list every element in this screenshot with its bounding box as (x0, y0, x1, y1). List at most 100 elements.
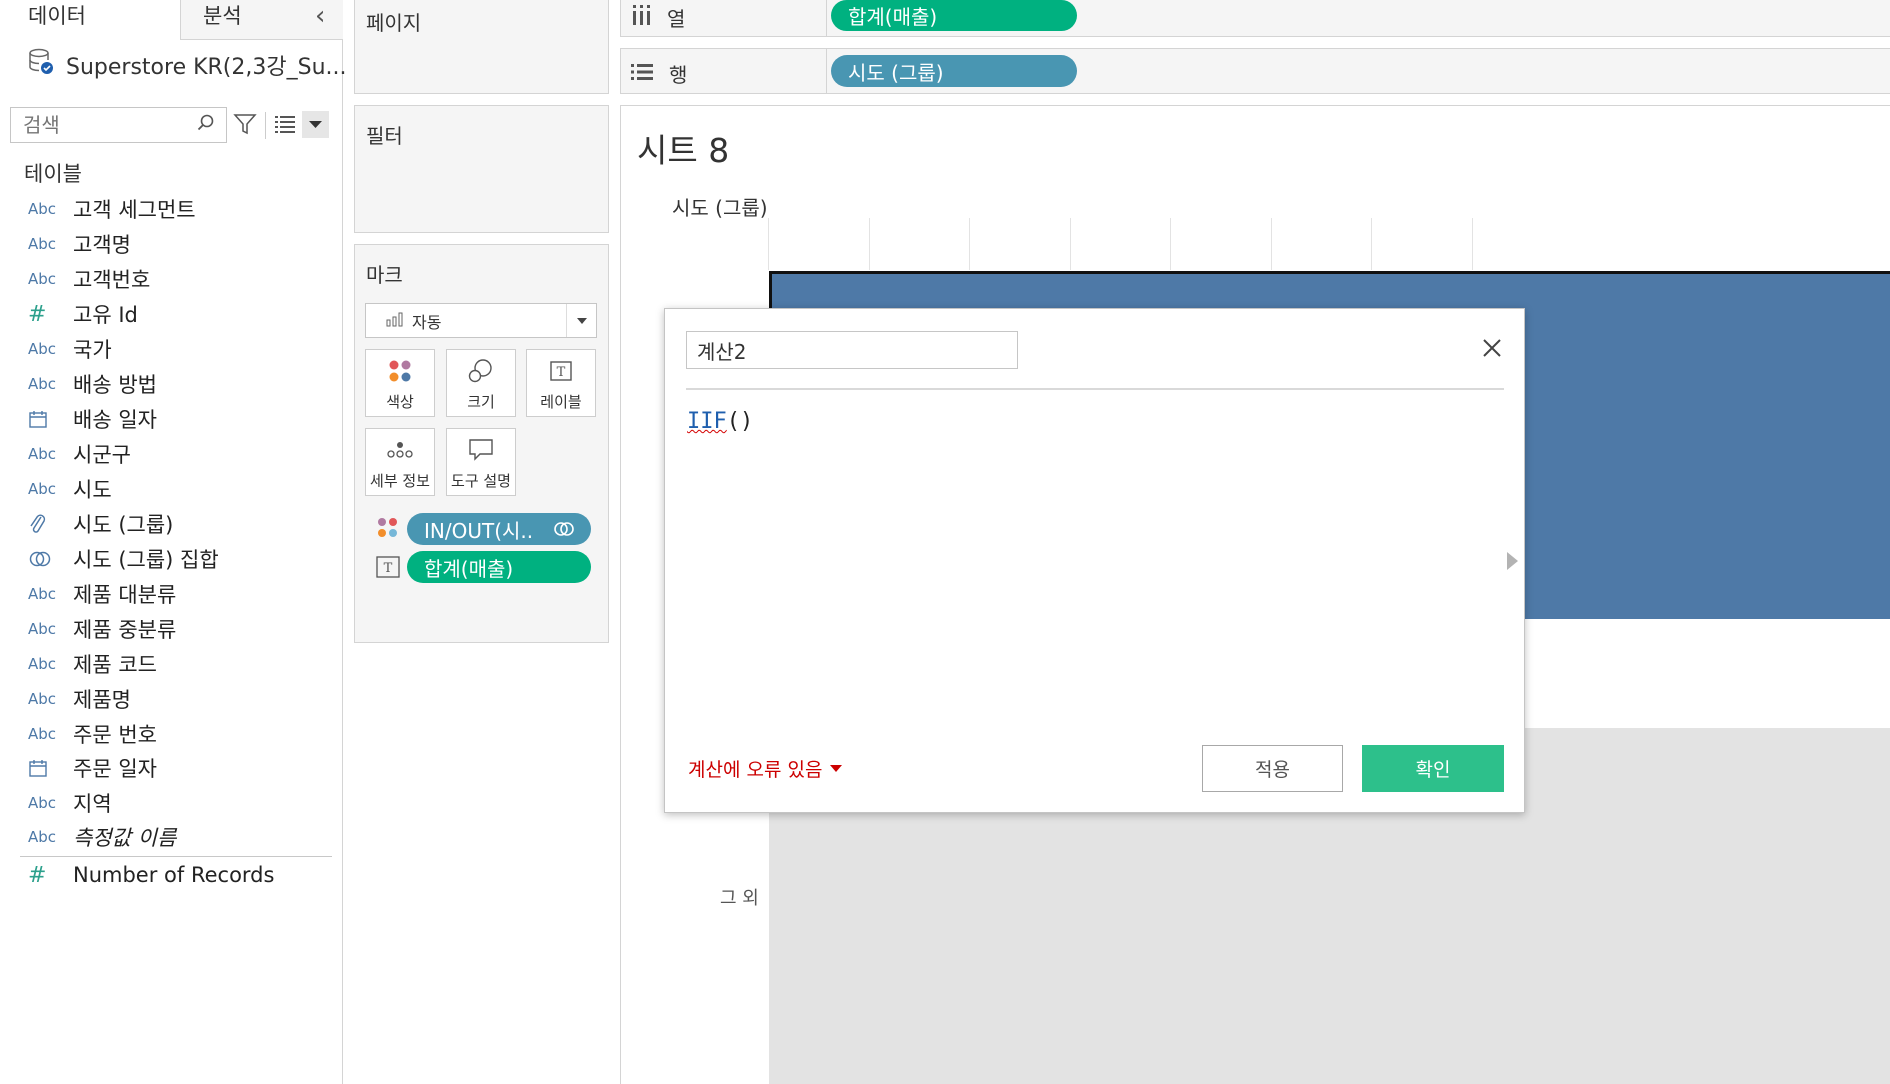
pill-label: IN/OUT(시.. (424, 518, 534, 543)
gridline (1371, 218, 1372, 270)
gridline (1472, 218, 1473, 270)
dimension-measure-divider (20, 856, 332, 857)
field-label: 제품 중분류 (73, 618, 177, 642)
gridline (1170, 218, 1171, 270)
columns-shelf[interactable]: 열 (620, 0, 1890, 37)
pill-label: 합계(매출) (848, 5, 938, 29)
label-field-pill[interactable]: 합계(매출) (407, 551, 591, 583)
datasource-row[interactable]: Superstore KR(2,3강_Su... (28, 48, 347, 82)
field-item[interactable]: 배송 일자 (28, 402, 157, 436)
field-item[interactable]: Abc 제품 중분류 (28, 612, 176, 646)
view-options-dropdown[interactable] (302, 111, 329, 138)
field-item[interactable]: Abc 제품명 (28, 682, 131, 716)
search-input[interactable] (11, 108, 191, 142)
datasource-name: Superstore KR(2,3강_Su... (66, 55, 347, 80)
search-field[interactable] (10, 107, 227, 143)
field-label: 배송 일자 (73, 408, 157, 432)
field-item[interactable]: 시도 (그룹) (28, 507, 173, 541)
field-item[interactable]: Abc 배송 방법 (28, 367, 157, 401)
field-item[interactable]: Abc 지역 (28, 786, 112, 820)
color-mark-label: 색상 (386, 393, 414, 411)
sheet-title[interactable]: 시트 8 (637, 124, 729, 172)
filters-title: 필터 (366, 124, 403, 148)
field-item[interactable]: Abc 제품 코드 (28, 647, 157, 681)
set-icon (28, 549, 73, 569)
field-item[interactable]: Abc 시도 (28, 472, 112, 506)
calculation-error-status[interactable]: 계산에 오류 있음 (688, 755, 843, 782)
formula-editor[interactable]: IIF() (687, 409, 753, 434)
tooltip-bubble-icon (468, 429, 494, 470)
color-mark-button[interactable]: 색상 (365, 349, 435, 417)
field-item[interactable]: Abc 고객번호 (28, 262, 150, 296)
field-label: 주문 번호 (73, 723, 157, 747)
toolbar-separator (265, 112, 266, 139)
apply-button[interactable]: 적용 (1202, 745, 1343, 792)
list-view-icon[interactable] (275, 115, 295, 137)
field-item[interactable]: Abc 측정값 이름 (28, 820, 176, 854)
string-type-icon: Abc (28, 828, 57, 846)
string-type-icon: Abc (28, 690, 57, 708)
collapse-pane-icon[interactable]: ‹ (315, 2, 325, 30)
gridline (1271, 218, 1272, 270)
tab-data[interactable]: 데이터 (0, 0, 181, 40)
tooltip-mark-button[interactable]: 도구 설명 (446, 428, 516, 496)
filter-icon[interactable] (233, 112, 257, 140)
row-header-value[interactable]: 그 외 (720, 884, 759, 910)
label-mark-button[interactable]: T 레이블 (526, 349, 596, 417)
field-label: 측정값 이름 (73, 826, 177, 850)
field-label: 주문 일자 (73, 757, 157, 781)
pages-title: 페이지 (366, 11, 422, 35)
rows-field-pill[interactable]: 시도 (그룹) (831, 55, 1077, 87)
field-item[interactable]: Abc 주문 번호 (28, 717, 157, 751)
field-label: 시도 (그룹) 집합 (73, 548, 219, 572)
svg-text:T: T (384, 561, 393, 576)
field-label: 제품명 (73, 688, 131, 712)
color-dots-icon (387, 350, 413, 391)
field-item[interactable]: Abc 고객 세그먼트 (28, 192, 196, 226)
calendar-icon (28, 409, 73, 429)
field-item[interactable]: # 고유 Id (28, 297, 138, 331)
detail-dots-icon (386, 429, 414, 470)
filters-card[interactable]: 필터 (354, 105, 609, 233)
chevron-down-icon[interactable] (566, 304, 596, 337)
field-item[interactable]: Abc 제품 대분류 (28, 577, 176, 611)
mark-type-value: 자동 (412, 312, 442, 332)
field-label: 고객번호 (73, 268, 151, 292)
gridline (768, 218, 769, 270)
columns-shelf-label: 열 (631, 3, 685, 32)
detail-mark-button[interactable]: 세부 정보 (365, 428, 435, 496)
set-icon (553, 518, 575, 544)
field-item[interactable]: 시도 (그룹) 집합 (28, 542, 219, 576)
detail-mark-label: 세부 정보 (370, 472, 430, 490)
formula-args: () (726, 409, 754, 434)
rows-shelf-label: 행 (631, 59, 687, 88)
columns-field-pill[interactable]: 합계(매출) (831, 0, 1077, 31)
dialog-divider (686, 388, 1504, 390)
mark-type-select[interactable]: 자동 (365, 303, 597, 338)
field-item[interactable]: Abc 국가 (28, 332, 112, 366)
rows-shelf[interactable]: 행 (620, 48, 1890, 94)
search-icon[interactable] (196, 113, 216, 137)
calculation-name-input[interactable] (686, 331, 1018, 369)
close-icon[interactable] (1481, 337, 1503, 363)
text-label-icon: T (376, 556, 400, 582)
field-item[interactable]: 주문 일자 (28, 751, 157, 785)
unselected-bar-area (769, 812, 1890, 1084)
field-item[interactable]: Abc 고객명 (28, 227, 131, 261)
pages-card[interactable]: 페이지 (354, 0, 609, 94)
field-label: 국가 (73, 338, 112, 362)
size-icon (467, 350, 495, 391)
field-item[interactable]: Abc 시군구 (28, 437, 131, 471)
size-mark-label: 크기 (467, 393, 495, 411)
ok-button[interactable]: 확인 (1362, 745, 1504, 792)
field-item[interactable]: # Number of Records (28, 858, 274, 892)
formula-function: IIF (687, 409, 727, 434)
string-type-icon: Abc (28, 794, 57, 812)
field-label: 배송 방법 (73, 373, 157, 397)
field-label: 지역 (73, 792, 112, 816)
number-type-icon: # (28, 301, 47, 327)
expand-functions-icon[interactable] (1507, 552, 1518, 570)
row-header-title[interactable]: 시도 (그룹) (672, 192, 768, 221)
database-icon (28, 48, 54, 82)
size-mark-button[interactable]: 크기 (446, 349, 516, 417)
